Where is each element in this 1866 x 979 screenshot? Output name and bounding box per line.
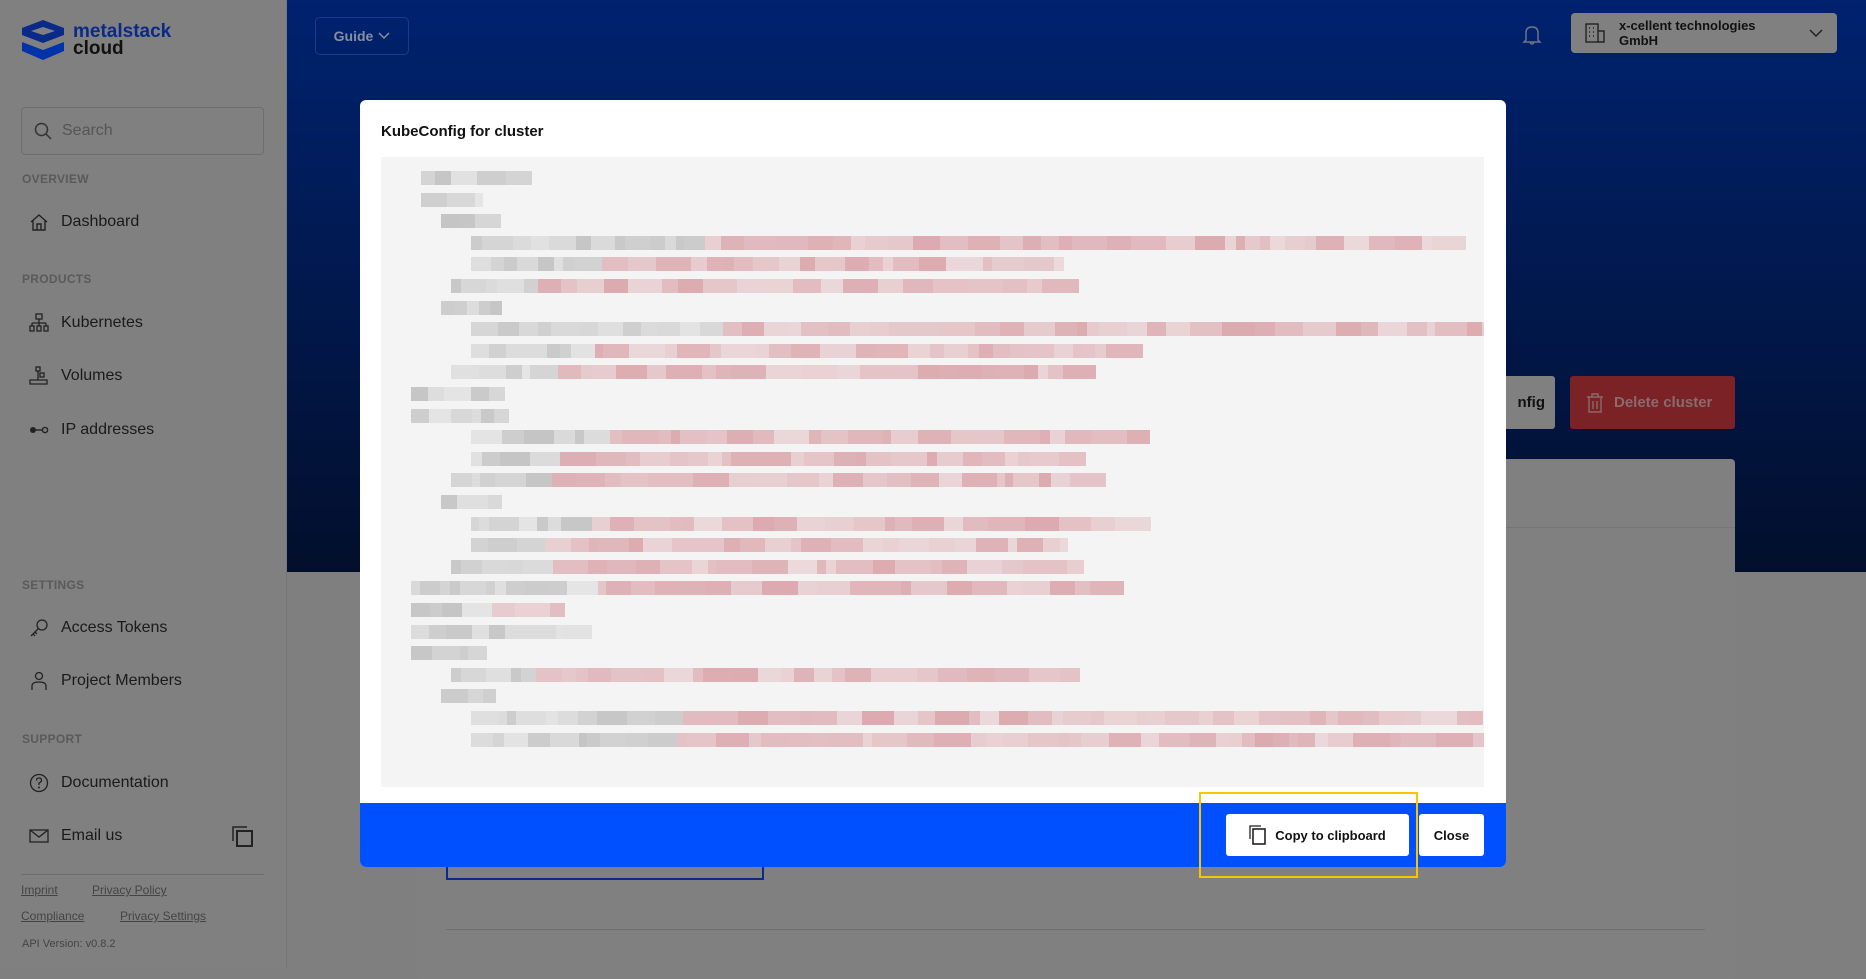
section-overview: OVERVIEW [22, 172, 89, 186]
org-name: x-cellent technologies GmbH [1619, 18, 1756, 48]
blurred-code-line [411, 581, 1124, 596]
blurred-code-line [471, 732, 1484, 747]
sidebar-item-volumes[interactable]: Volumes [29, 366, 122, 386]
compliance-link[interactable]: Compliance [21, 909, 84, 923]
sidebar-item-label: Access Tokens [61, 619, 168, 636]
search-placeholder: Search [62, 122, 113, 139]
blurred-code-line [441, 214, 501, 229]
blurred-code-line [411, 408, 509, 423]
search-input[interactable]: Search [21, 107, 264, 155]
close-button[interactable]: Close [1419, 814, 1484, 856]
blurred-code-line [411, 387, 505, 401]
copy-email-icon[interactable] [232, 826, 254, 848]
delete-cluster-label: Delete cluster [1614, 394, 1713, 411]
chevron-down-icon [1809, 29, 1823, 37]
blurred-code-line [451, 559, 1084, 574]
blurred-code-line [471, 711, 1483, 725]
search-icon [34, 122, 52, 140]
brand-line2: cloud [73, 38, 124, 59]
guide-label: Guide [333, 28, 374, 44]
mail-icon [29, 829, 49, 843]
blurred-code-line [471, 451, 1086, 466]
question-icon [29, 773, 49, 793]
blurred-code-line [441, 495, 502, 509]
blurred-code-line [421, 171, 532, 185]
trash-icon [1587, 392, 1603, 413]
privacy-policy-link[interactable]: Privacy Policy [92, 883, 167, 897]
blurred-code-line [421, 192, 483, 207]
building-icon [1585, 23, 1605, 43]
sidebar-item-label: Kubernetes [61, 314, 143, 331]
kubeconfig-code-blurred[interactable] [381, 157, 1484, 787]
user-icon [31, 671, 47, 690]
sidebar-item-label: Volumes [61, 367, 123, 384]
blurred-code-line [441, 300, 502, 315]
volumes-icon [29, 366, 48, 385]
imprint-link[interactable]: Imprint [21, 883, 58, 897]
blurred-code-line [451, 473, 1106, 488]
section-products: PRODUCTS [22, 272, 92, 286]
sidebar-item-label: Documentation [61, 774, 169, 791]
blurred-code-line [451, 279, 1079, 293]
blurred-code-line [441, 689, 496, 704]
metalstack-logo-icon [22, 20, 64, 60]
chevron-down-icon [378, 32, 390, 40]
blurred-code-line [471, 343, 1143, 358]
org-selector[interactable]: x-cellent technologies GmbH [1571, 13, 1837, 53]
section-support: SUPPORT [22, 732, 83, 746]
sidebar-item-label: Dashboard [61, 213, 140, 230]
sidebar-item-project-members[interactable]: Project Members [29, 671, 182, 691]
blurred-code-line [411, 646, 487, 661]
modal-title: KubeConfig for cluster [381, 123, 544, 140]
privacy-settings-link[interactable]: Privacy Settings [120, 909, 206, 923]
sidebar-item-kubernetes[interactable]: Kubernetes [29, 313, 143, 333]
close-label: Close [1433, 827, 1470, 843]
blurred-code-line [471, 235, 1466, 250]
delete-cluster-button[interactable]: Delete cluster [1570, 376, 1735, 429]
section-settings: SETTINGS [22, 578, 85, 592]
blurred-code-line [471, 322, 1484, 337]
guide-button[interactable]: Guide [315, 17, 409, 55]
sidebar-item-label: IP addresses [61, 421, 155, 438]
ip-icon [30, 426, 49, 434]
network-icon [29, 313, 49, 332]
blurred-code-line [471, 257, 1064, 272]
api-version: API Version: v0.8.2 [22, 938, 116, 950]
blurred-code-line [411, 603, 565, 617]
blurred-code-line [411, 624, 592, 639]
sidebar-item-label: Email us [61, 827, 123, 844]
sidebar-divider [21, 874, 264, 875]
sidebar: metalstack cloud Search OVERVIEW Dashboar… [0, 0, 287, 968]
home-icon [30, 214, 48, 231]
logo[interactable]: metalstack cloud [21, 18, 171, 62]
blurred-code-line [471, 516, 1151, 531]
blurred-code-line [451, 365, 1096, 380]
kubeconfig-modal: KubeConfig for cluster Copy to clipboard… [360, 100, 1506, 867]
blurred-code-line [471, 430, 1150, 445]
key-icon [30, 619, 48, 637]
sidebar-item-ip-addresses[interactable]: IP addresses [29, 420, 154, 440]
sidebar-item-dashboard[interactable]: Dashboard [29, 212, 139, 232]
sidebar-item-access-tokens[interactable]: Access Tokens [29, 618, 167, 638]
blurred-code-line [451, 667, 1080, 682]
sidebar-item-email-us[interactable]: Email us [29, 826, 122, 846]
sidebar-item-label: Project Members [61, 672, 182, 689]
kubeconfig-label: nfig [1517, 394, 1546, 411]
sidebar-item-documentation[interactable]: Documentation [29, 773, 169, 793]
bell-icon[interactable] [1521, 24, 1543, 46]
blurred-code-line [471, 538, 1068, 553]
highlight-box [1199, 792, 1418, 878]
